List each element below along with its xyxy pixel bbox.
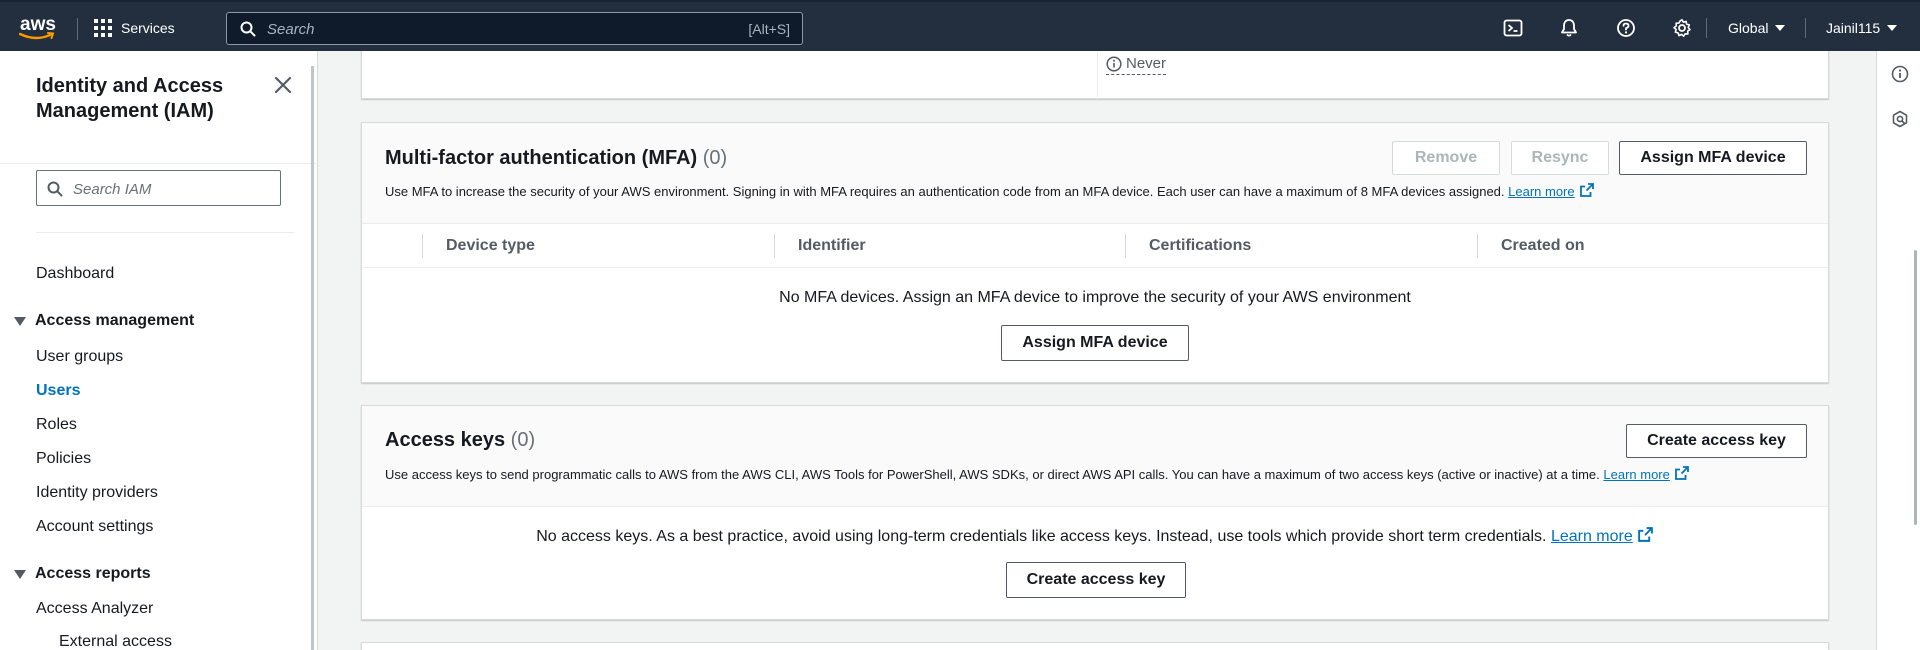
caret-down-icon — [14, 316, 26, 326]
remove-mfa-button[interactable]: Remove — [1392, 141, 1500, 175]
sidebar-divider — [0, 163, 318, 164]
cloudshell-icon[interactable] — [1503, 18, 1523, 38]
sidebar-item-user-groups[interactable]: User groups — [36, 348, 123, 366]
info-icon[interactable] — [1891, 65, 1909, 83]
mfa-description-text: Use MFA to increase the security of your… — [385, 184, 1505, 199]
column-created-on[interactable]: Created on — [1501, 224, 1585, 267]
mfa-panel: Multi-factor authentication (MFA) (0) Us… — [361, 122, 1829, 383]
last-used-value[interactable]: Never — [1106, 55, 1167, 75]
access-keys-title-text: Access keys — [385, 429, 506, 451]
help-icon[interactable] — [1616, 18, 1636, 38]
access-keys-title: Access keys (0) — [385, 429, 535, 452]
access-keys-panel-header: Access keys (0) Use access keys to send … — [362, 406, 1828, 507]
mfa-description: Use MFA to increase the security of your… — [385, 182, 1595, 199]
search-icon — [240, 21, 256, 37]
access-keys-description-text: Use access keys to send programmatic cal… — [385, 467, 1600, 482]
services-menu[interactable]: Services — [94, 16, 175, 40]
caret-down-icon — [1887, 25, 1898, 31]
services-label: Services — [121, 20, 175, 36]
column-divider — [1477, 234, 1478, 258]
section-label: Access reports — [35, 565, 151, 582]
region-label: Global — [1728, 20, 1769, 36]
search-icon — [47, 181, 63, 197]
aws-smile-icon — [19, 32, 55, 40]
sidebar-item-dashboard[interactable]: Dashboard — [36, 265, 114, 283]
access-keys-panel: Access keys (0) Use access keys to send … — [361, 405, 1829, 620]
settings-icon[interactable] — [1672, 18, 1692, 38]
column-divider — [1125, 234, 1126, 258]
close-icon[interactable] — [274, 76, 292, 94]
access-keys-count: (0) — [510, 429, 536, 451]
info-icon — [1106, 55, 1122, 72]
column-divider — [1097, 51, 1098, 99]
mfa-learn-more-link[interactable]: Learn more — [1508, 184, 1574, 199]
section-label: Access management — [35, 312, 195, 329]
grid-icon — [94, 19, 112, 37]
external-link-icon — [1637, 527, 1653, 542]
iam-search-input[interactable] — [73, 179, 273, 199]
sidebar-item-account-settings[interactable]: Account settings — [36, 518, 153, 536]
mfa-title: Multi-factor authentication (MFA) (0) — [385, 147, 727, 170]
external-link-icon — [1674, 466, 1689, 480]
account-menu[interactable]: Jainil115 — [1826, 20, 1898, 36]
column-divider — [422, 234, 423, 258]
caret-down-icon — [1775, 25, 1786, 31]
sidebar-section-access-reports[interactable]: Access reports — [14, 565, 151, 583]
region-selector[interactable]: Global — [1728, 20, 1786, 36]
column-divider — [774, 234, 775, 258]
sidebar-item-users[interactable]: Users — [36, 382, 80, 400]
top-navigation: aws Services [Alt+S] — [0, 0, 1920, 51]
global-search[interactable]: [Alt+S] — [226, 12, 803, 45]
create-access-key-empty-button[interactable]: Create access key — [1006, 562, 1186, 598]
nav-divider — [1805, 18, 1806, 38]
aws-logo[interactable]: aws — [18, 12, 58, 42]
nav-divider — [1706, 18, 1707, 38]
resync-mfa-button[interactable]: Resync — [1511, 141, 1609, 175]
nav-divider — [77, 18, 78, 40]
sidebar-item-external-access[interactable]: External access — [59, 633, 172, 650]
global-search-input[interactable] — [267, 19, 687, 39]
sidebar-item-access-analyzer[interactable]: Access Analyzer — [36, 600, 153, 618]
access-keys-learn-more-link[interactable]: Learn more — [1603, 467, 1669, 482]
access-keys-description: Use access keys to send programmatic cal… — [385, 465, 1690, 482]
sidebar-title: Identity and Access Management (IAM) — [36, 75, 224, 122]
never-label: Never — [1126, 55, 1167, 72]
mfa-count: (0) — [702, 147, 728, 169]
mfa-title-text: Multi-factor authentication (MFA) — [385, 147, 698, 169]
access-keys-empty-message: No access keys. As a best practice, avoi… — [362, 526, 1828, 546]
access-keys-empty-text: No access keys. As a best practice, avoi… — [536, 528, 1547, 545]
assign-mfa-device-empty-button[interactable]: Assign MFA device — [1001, 325, 1189, 361]
bell-icon[interactable] — [1559, 18, 1579, 38]
column-device-type[interactable]: Device type — [446, 224, 535, 267]
mfa-empty-message: No MFA devices. Assign an MFA device to … — [779, 289, 1411, 306]
column-identifier[interactable]: Identifier — [798, 224, 866, 267]
feedback-hexagon-icon[interactable] — [1891, 110, 1909, 128]
column-certifications[interactable]: Certifications — [1149, 224, 1251, 267]
sidebar-scrollbar[interactable] — [311, 66, 314, 650]
account-label: Jainil115 — [1826, 20, 1881, 36]
page-scrollbar[interactable] — [1914, 250, 1917, 525]
access-keys-empty-learn-more-link[interactable]: Learn more — [1551, 528, 1633, 545]
mfa-table-header: Device type Identifier Certifications Cr… — [362, 224, 1828, 268]
summary-panel: Never — [361, 51, 1829, 99]
create-access-key-button[interactable]: Create access key — [1626, 424, 1807, 458]
main-content: Never Multi-factor authentication (MFA) … — [318, 51, 1875, 650]
next-panel — [361, 642, 1829, 650]
caret-down-icon — [14, 569, 26, 579]
mfa-panel-header: Multi-factor authentication (MFA) (0) Us… — [362, 123, 1828, 224]
assign-mfa-device-button[interactable]: Assign MFA device — [1619, 141, 1807, 175]
external-link-icon — [1579, 183, 1594, 197]
sidebar-section-access-management[interactable]: Access management — [14, 312, 194, 330]
sidebar-divider — [36, 232, 294, 233]
search-shortcut-hint: [Alt+S] — [748, 21, 790, 37]
side-navigation: Identity and Access Management (IAM) Das… — [0, 51, 318, 650]
sidebar-item-roles[interactable]: Roles — [36, 416, 77, 434]
sidebar-item-identity-providers[interactable]: Identity providers — [36, 484, 158, 502]
iam-search[interactable] — [36, 170, 281, 206]
sidebar-item-policies[interactable]: Policies — [36, 450, 91, 468]
